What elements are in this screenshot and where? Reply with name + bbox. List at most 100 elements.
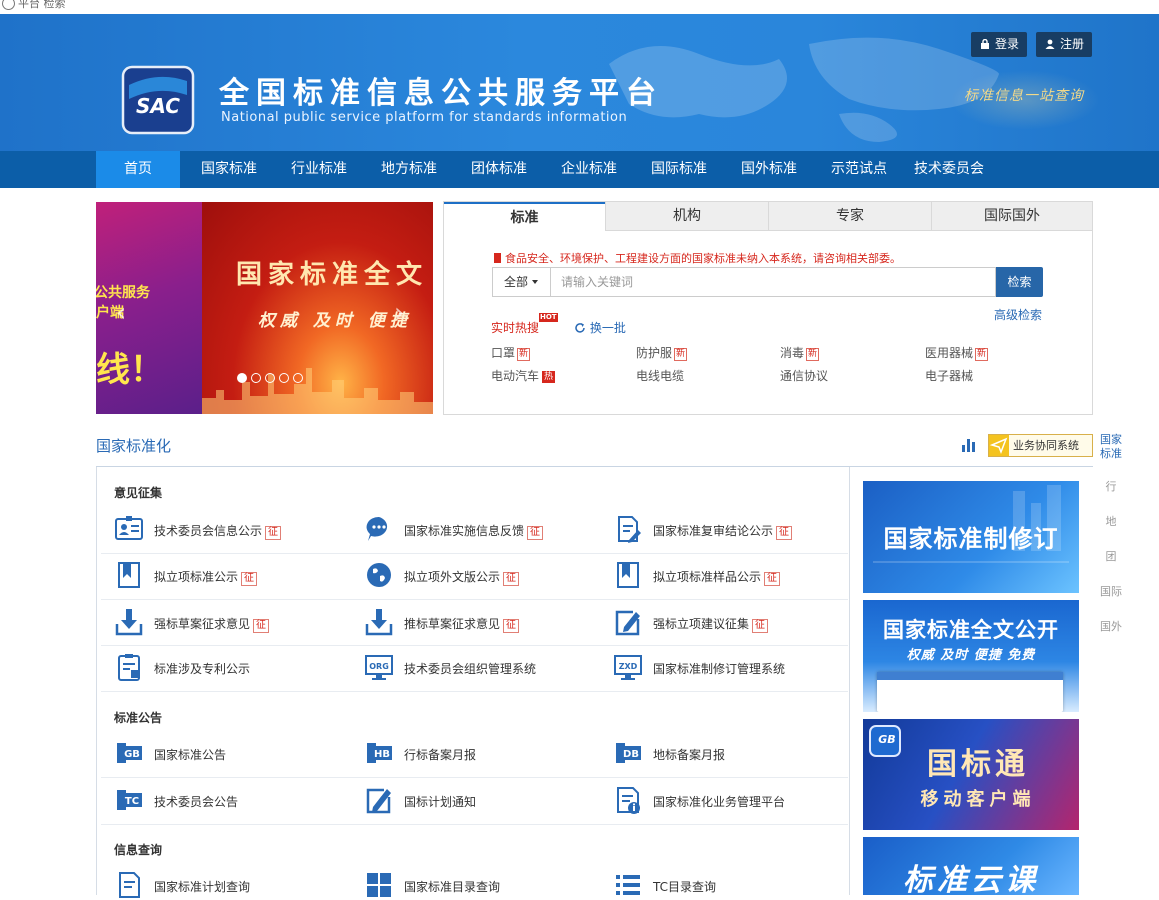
hb-icon: HB (367, 743, 392, 763)
row-divider (101, 599, 848, 600)
list-icon (616, 875, 640, 895)
promo-title: 国家标准全文公开 (883, 618, 1059, 642)
bar-chart-icon[interactable] (961, 436, 977, 452)
chat-bubble-icon (366, 516, 388, 541)
paper-plane-icon (989, 435, 1009, 456)
row-divider (101, 691, 848, 692)
hot-term[interactable]: 消毒新 (780, 344, 820, 361)
promo-subtitle: 移动客户端 (920, 789, 1036, 810)
banner-prev-arrow[interactable]: ‹ (116, 298, 126, 328)
search-tab-organization[interactable]: 机构 (605, 202, 768, 231)
banner-dot-4[interactable] (279, 373, 289, 383)
nav-item-local[interactable]: 地方标准 (367, 151, 451, 188)
search-button[interactable]: 检索 (996, 267, 1043, 297)
group-title-announcements: 标准公告 (114, 711, 163, 725)
nav-item-industry[interactable]: 行业标准 (277, 151, 361, 188)
nav-item-pilot[interactable]: 示范试点 (817, 151, 901, 188)
lock-icon (981, 39, 989, 49)
collaboration-system-button[interactable]: 业务协同系统 (988, 434, 1093, 457)
hot-badge: HOT (539, 313, 558, 322)
banner-next-arrow[interactable]: › (394, 298, 404, 328)
nav-item-group[interactable]: 团体标准 (457, 151, 541, 188)
side-tab-foreign[interactable]: 国外 (1095, 618, 1127, 634)
caret-down-icon (532, 280, 539, 284)
bookmark-icon (118, 562, 140, 588)
hot-term[interactable]: 口罩新 (491, 344, 531, 361)
refresh-hot-button[interactable]: 换一批 (574, 319, 626, 336)
search-notice-text: 食品安全、环境保护、工程建设方面的国家标准未纳入本系统，请咨询相关部委。 (505, 252, 901, 265)
search-input[interactable] (550, 267, 996, 297)
register-button[interactable]: 注册 (1036, 32, 1093, 57)
nav-item-enterprise[interactable]: 企业标准 (547, 151, 631, 188)
banner-dot-2[interactable] (251, 373, 261, 383)
banner-dot-5[interactable] (293, 373, 303, 383)
nav-item-national[interactable]: 国家标准 (187, 151, 271, 188)
download-tray-icon (115, 609, 143, 636)
download-tray-icon (365, 609, 393, 636)
hot-search-title: 实时热搜 (491, 321, 540, 335)
row-divider (101, 645, 848, 646)
org-monitor-icon: ORG (365, 655, 393, 680)
solicit-tag: 征 (253, 619, 270, 633)
screenshot-decoration (877, 672, 1063, 680)
banner-prev-slide: 公共服务 户端 线！ (96, 202, 202, 414)
side-tab-national[interactable]: 国家标准 (1095, 433, 1127, 461)
nav-item-committee[interactable]: 技术委员会 (907, 151, 991, 188)
sac-logo[interactable]: SAC (121, 65, 195, 135)
collaboration-system-label: 业务协同系统 (1013, 439, 1079, 452)
plan-doc-icon (119, 872, 140, 898)
banner-dot-1[interactable] (237, 373, 247, 383)
new-tag: 新 (975, 348, 989, 361)
site-subtitle: National public service platform for sta… (221, 110, 628, 125)
nav-item-home[interactable]: 首页 (96, 151, 180, 188)
search-tab-international[interactable]: 国际国外 (931, 202, 1092, 231)
globe-icon (2, 0, 15, 10)
solicit-tag: 征 (752, 619, 769, 633)
banner-dot-3[interactable] (265, 373, 275, 383)
banner-left-line3: 线！ (96, 350, 164, 390)
hot-term[interactable]: 电动汽车热 (491, 367, 556, 384)
nav-item-international[interactable]: 国际标准 (637, 151, 721, 188)
solicit-tag: 征 (776, 526, 793, 540)
advanced-search-link[interactable]: 高级检索 (994, 306, 1042, 323)
promo-subtitle: 权威 及时 便捷 免费 (906, 648, 1036, 663)
hot-term[interactable]: 防护服新 (636, 344, 688, 361)
svg-text:HB: HB (374, 749, 390, 760)
search-tab-standard[interactable]: 标准 (444, 202, 605, 231)
new-tag: 新 (806, 348, 820, 361)
side-tab-group[interactable]: 团 (1095, 548, 1127, 564)
svg-text:TC: TC (125, 796, 139, 807)
search-scope-select[interactable]: 全部 (492, 267, 550, 297)
side-tab-local[interactable]: 地 (1095, 513, 1127, 529)
solicit-tag: 征 (503, 619, 520, 633)
info-doc-icon (617, 787, 640, 814)
pencil-box-icon (615, 610, 640, 636)
solicit-tag: 征 (241, 572, 258, 586)
side-tab-industry[interactable]: 行 (1095, 478, 1127, 494)
login-button[interactable]: 登录 (971, 32, 1028, 57)
nav-item-foreign[interactable]: 国外标准 (727, 151, 811, 188)
promo-title: 国标通 (927, 747, 1029, 782)
promo-fulltext-public[interactable]: 国家标准全文公开 权威 及时 便捷 免费 (863, 600, 1079, 712)
search-tab-expert[interactable]: 专家 (768, 202, 931, 231)
hot-term[interactable]: 电子器械 (925, 367, 973, 384)
grid-icon (367, 873, 391, 897)
hot-term[interactable]: 通信协议 (780, 367, 828, 384)
plan-edit-icon (366, 788, 391, 814)
main-nav: 首页 国家标准 行业标准 地方标准 团体标准 企业标准 国际标准 国外标准 示范… (0, 151, 1159, 188)
promo-standard-cloud-course[interactable]: 标准云课 (863, 837, 1079, 895)
login-label: 登录 (995, 37, 1020, 51)
register-label: 注册 (1060, 37, 1085, 51)
search-panel: 标准 机构 专家 国际国外 食品安全、环境保护、工程建设方面的国家标准未纳入本系… (443, 201, 1093, 415)
svg-text:ORG: ORG (369, 662, 389, 671)
hot-term[interactable]: 医用器械新 (925, 344, 989, 361)
new-tag: 新 (517, 348, 531, 361)
svg-text:SAC: SAC (136, 94, 180, 118)
promo-standard-revision[interactable]: 国家标准制修订 (863, 481, 1079, 593)
side-tab-international[interactable]: 国际 (1095, 583, 1127, 599)
promo-guobiaotong-app[interactable]: GB 国标通 移动客户端 (863, 719, 1079, 830)
committee-card-icon (115, 516, 143, 540)
bookmark-icon (494, 253, 501, 263)
hot-term[interactable]: 电线电缆 (636, 367, 684, 384)
section-title: 国家标准化 (96, 437, 172, 455)
